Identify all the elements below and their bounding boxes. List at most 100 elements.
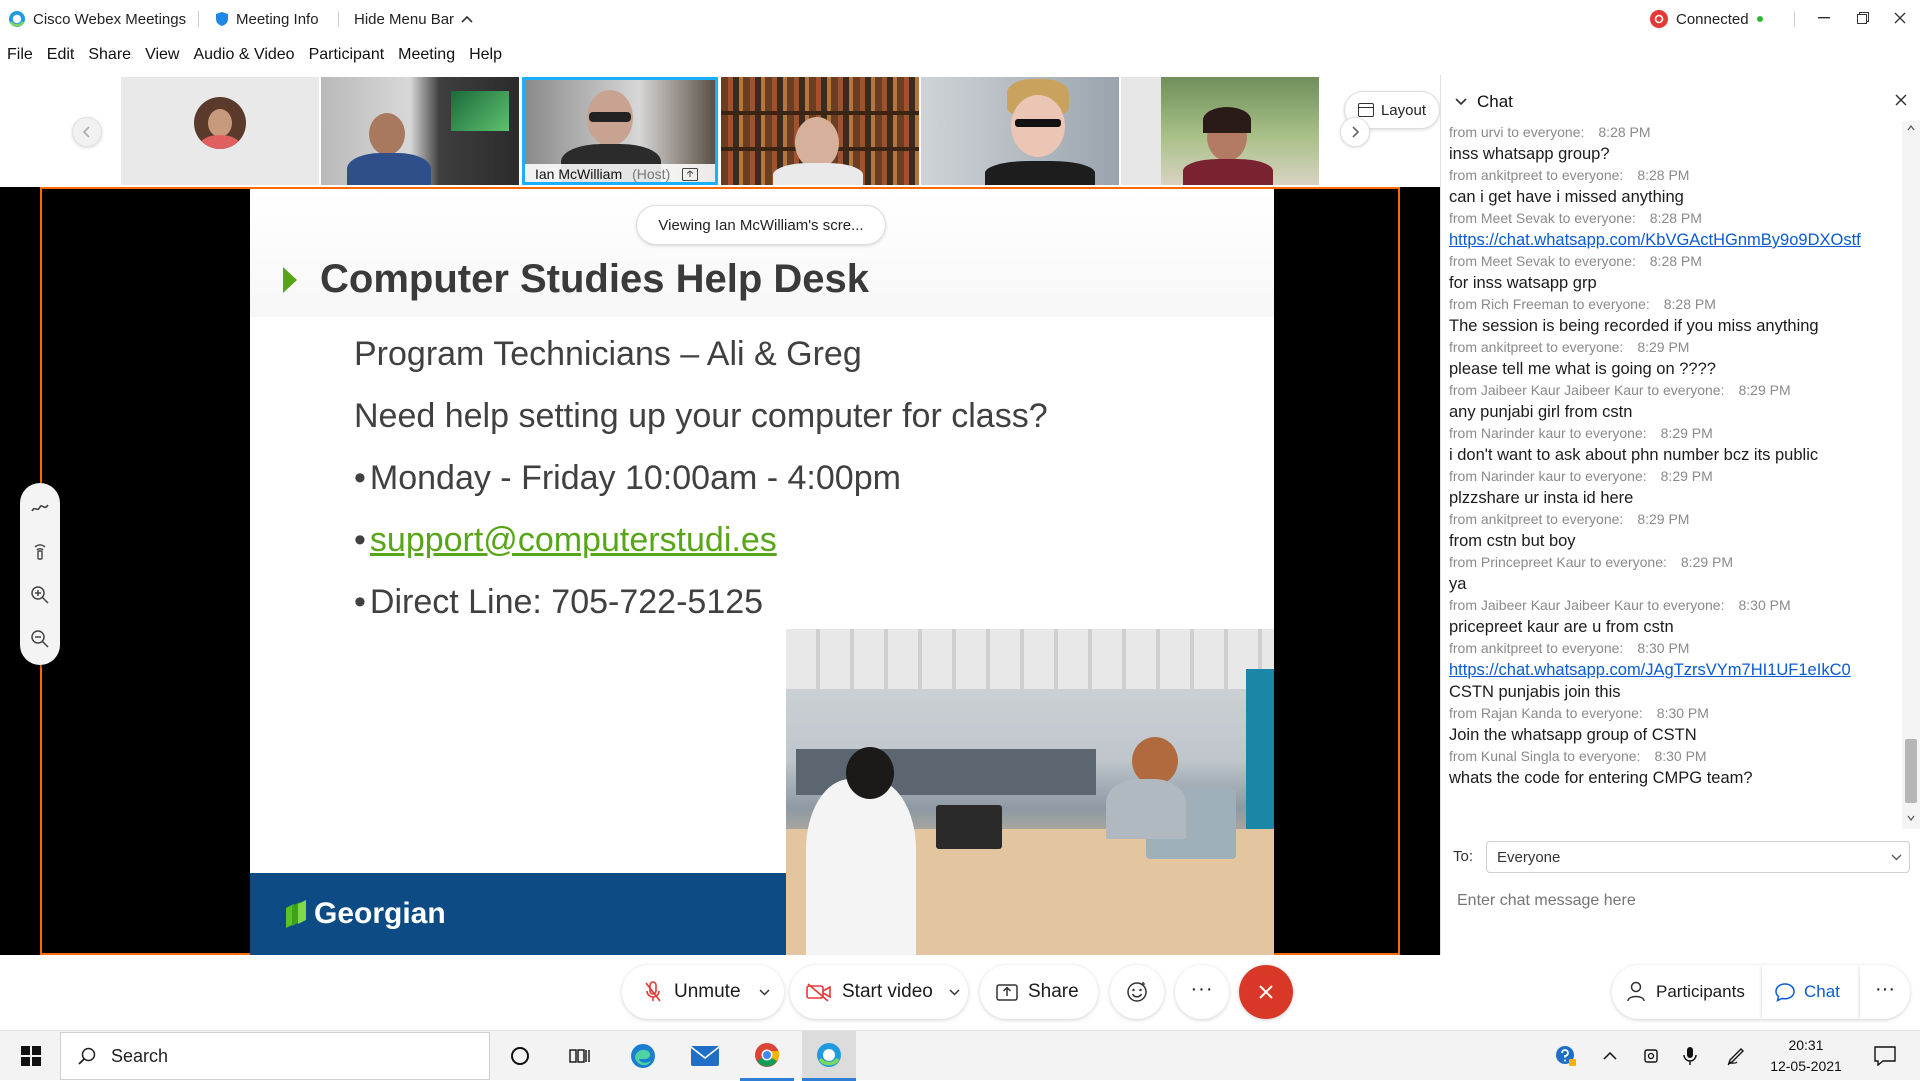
- restore-button[interactable]: [1850, 6, 1876, 30]
- video-tile[interactable]: [121, 77, 319, 185]
- bullet-glyph: •: [354, 521, 366, 559]
- menu-view[interactable]: View: [138, 43, 186, 69]
- chat-panel: Chat from urvi to everyone: 8:28 PM inss w…: [1440, 75, 1920, 955]
- camera-tray-icon[interactable]: [1632, 1031, 1672, 1081]
- chat-sender: from ankitpreet to everyone:: [1449, 511, 1624, 527]
- meeting-info-label: Meeting Info: [236, 10, 319, 28]
- menu-share[interactable]: Share: [81, 43, 138, 69]
- meeting-info-button[interactable]: Meeting Info: [215, 8, 319, 30]
- start-video-label: Start video: [842, 981, 933, 1002]
- chat-message: plzzshare ur insta id here: [1449, 487, 1897, 509]
- taskbar-search-box[interactable]: Search: [60, 1032, 490, 1080]
- chat-message: from cstn but boy: [1449, 530, 1897, 552]
- video-tile[interactable]: [921, 77, 1119, 185]
- start-video-button[interactable]: Start video: [790, 965, 968, 1019]
- video-tile[interactable]: [321, 77, 519, 185]
- chevron-down-icon[interactable]: [759, 988, 770, 996]
- menu-meeting[interactable]: Meeting: [391, 43, 462, 69]
- chat-message-text: CSTN punjabis join this: [1449, 683, 1621, 701]
- chat-sender: from urvi to everyone:: [1449, 124, 1585, 140]
- menu-help[interactable]: Help: [462, 43, 509, 69]
- strip-next-button[interactable]: [1340, 117, 1370, 147]
- windows-start-icon[interactable]: [4, 1031, 58, 1081]
- chat-message-meta: from Meet Sevak to everyone: 8:28 PM: [1449, 208, 1897, 229]
- chat-sender: from ankitpreet to everyone:: [1449, 167, 1624, 183]
- share-button[interactable]: Share: [980, 965, 1098, 1019]
- annotate-pen-icon[interactable]: [30, 497, 50, 517]
- chat-sender: from Meet Sevak to everyone:: [1449, 253, 1636, 269]
- scroll-thumb[interactable]: [1905, 739, 1917, 803]
- host-video-tile[interactable]: Ian McWilliam (Host): [522, 77, 718, 185]
- strip-prev-button[interactable]: [72, 117, 102, 147]
- remote-control-icon[interactable]: [30, 541, 50, 561]
- hide-menu-bar-button[interactable]: Hide Menu Bar: [354, 8, 473, 30]
- chat-header[interactable]: Chat: [1455, 92, 1513, 112]
- chat-link[interactable]: https://chat.whatsapp.com/JAgTzrsVYm7HI1…: [1449, 661, 1851, 679]
- connection-status[interactable]: Connected: [1649, 8, 1764, 30]
- host-name: Ian McWilliam: [535, 166, 623, 182]
- viewing-banner-text: Viewing Ian McWilliam's scre...: [658, 216, 864, 234]
- chat-message-input[interactable]: [1457, 883, 1897, 919]
- help-shield-icon[interactable]: [1546, 1031, 1586, 1081]
- minimize-button[interactable]: [1811, 6, 1837, 30]
- clock[interactable]: 20:31 12-05-2021: [1762, 1035, 1850, 1077]
- cortana-icon[interactable]: [493, 1031, 547, 1081]
- video-tile[interactable]: [721, 77, 919, 185]
- edge-browser-icon[interactable]: [616, 1031, 670, 1081]
- chat-message-meta: from Narinder kaur to everyone: 8:29 PM: [1449, 423, 1897, 444]
- slide-bullet: • Monday - Friday 10:00am - 4:00pm: [354, 459, 901, 498]
- slide-bullet: • support@computerstudi.es: [354, 521, 777, 560]
- menu-edit[interactable]: Edit: [40, 43, 82, 69]
- slide-line: Program Technicians – Ali & Greg: [354, 335, 862, 373]
- chrome-icon[interactable]: [740, 1031, 794, 1081]
- chat-timestamp: 8:29 PM: [1680, 554, 1734, 570]
- task-view-icon[interactable]: [553, 1031, 607, 1081]
- brand-name: Georgian: [314, 897, 446, 930]
- webex-taskbar-icon[interactable]: [802, 1031, 856, 1081]
- chat-message-meta: from Rich Freeman to everyone: 8:28 PM: [1449, 294, 1897, 315]
- chevron-down-icon[interactable]: [949, 988, 960, 996]
- chat-title: Chat: [1477, 92, 1513, 111]
- chat-sender: from ankitpreet to everyone:: [1449, 640, 1624, 656]
- end-meeting-button[interactable]: [1239, 965, 1293, 1019]
- chat-message[interactable]: https://chat.whatsapp.com/KbVGActHGnmBy9…: [1449, 229, 1897, 251]
- menu-file[interactable]: File: [0, 43, 40, 69]
- bullet-text: Direct Line: 705-722-5125: [369, 583, 764, 621]
- hide-menu-label: Hide Menu Bar: [354, 10, 455, 28]
- chat-link[interactable]: https://chat.whatsapp.com/KbVGActHGnmBy9…: [1449, 231, 1861, 249]
- more-options-button[interactable]: ···: [1175, 965, 1229, 1019]
- scroll-up-icon[interactable]: [1907, 125, 1915, 131]
- microphone-tray-icon[interactable]: [1670, 1031, 1710, 1081]
- slide-bullet: • Direct Line: 705-722-5125: [354, 583, 763, 622]
- chat-scrollbar[interactable]: [1902, 121, 1920, 829]
- pen-workspace-icon[interactable]: [1716, 1031, 1756, 1081]
- unmute-label: Unmute: [674, 981, 741, 1002]
- chevron-down-icon: [1891, 854, 1902, 861]
- more-panels-button[interactable]: ···: [1860, 965, 1910, 1019]
- mail-icon[interactable]: [678, 1031, 732, 1081]
- zoom-in-icon[interactable]: [30, 585, 50, 605]
- shield-icon: [215, 11, 229, 27]
- reactions-button[interactable]: [1110, 965, 1164, 1019]
- chat-message-text: ya: [1449, 575, 1467, 593]
- close-chat-icon[interactable]: [1894, 93, 1908, 107]
- support-email-link: support@computerstudi.es: [369, 521, 777, 559]
- unmute-button[interactable]: Unmute: [622, 965, 784, 1019]
- menu-audio-video[interactable]: Audio & Video: [186, 43, 301, 69]
- notification-center-icon[interactable]: [1860, 1031, 1910, 1081]
- recipient-select[interactable]: Everyone: [1486, 841, 1910, 873]
- chat-button[interactable]: Chat: [1762, 965, 1860, 1019]
- chat-message[interactable]: https://chat.whatsapp.com/JAgTzrsVYm7HI1…: [1449, 659, 1897, 681]
- chat-sender: from ankitpreet to everyone:: [1449, 339, 1624, 355]
- viewing-banner[interactable]: Viewing Ian McWilliam's scre...: [636, 205, 886, 245]
- chat-message: please tell me what is going on ????: [1449, 358, 1897, 380]
- scroll-down-icon[interactable]: [1907, 815, 1915, 821]
- video-tile[interactable]: [1121, 77, 1319, 185]
- chevron-up-icon[interactable]: [1590, 1031, 1630, 1081]
- menu-participant[interactable]: Participant: [302, 43, 392, 69]
- host-tag: (Host): [632, 166, 671, 182]
- title-bar: Cisco Webex Meetings Meeting Info Hide M…: [0, 0, 1920, 38]
- close-window-button[interactable]: [1887, 6, 1913, 30]
- participants-button[interactable]: Participants: [1612, 965, 1762, 1019]
- zoom-out-icon[interactable]: [30, 629, 50, 649]
